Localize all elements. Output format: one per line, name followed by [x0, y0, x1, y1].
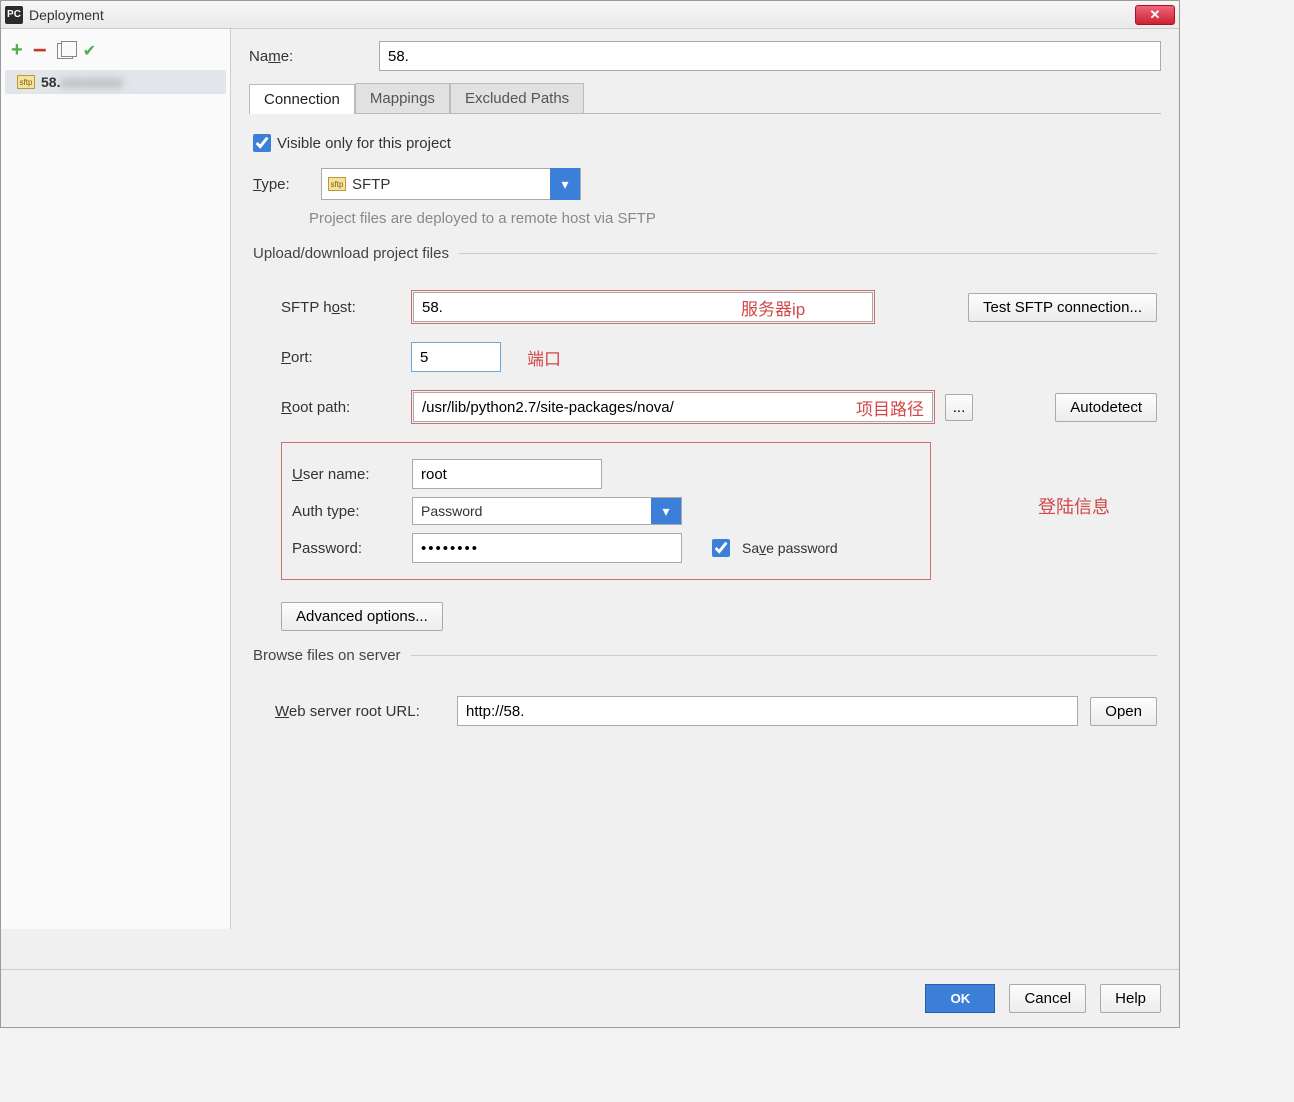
sidebar-server-item[interactable]: sftp 58.xxxxxxxx: [5, 70, 226, 94]
main-panel: Name: Connection Mappings Excluded Paths…: [231, 29, 1179, 929]
tab-mappings[interactable]: Mappings: [355, 83, 450, 113]
app-icon: PC: [5, 6, 23, 24]
auth-type-value: Password: [413, 498, 651, 524]
sidebar-toolbar: + − ✔: [1, 35, 230, 66]
remove-server-button[interactable]: −: [33, 46, 47, 56]
autodetect-button[interactable]: Autodetect: [1055, 393, 1157, 422]
web-url-input[interactable]: [457, 696, 1078, 726]
cancel-button[interactable]: Cancel: [1009, 984, 1086, 1013]
visible-only-checkbox[interactable]: [253, 134, 271, 152]
open-button[interactable]: Open: [1090, 697, 1157, 726]
web-url-label: Web server root URL:: [275, 703, 445, 720]
sftp-icon: sftp: [17, 75, 35, 89]
port-annotation: 端口: [527, 345, 561, 370]
username-label: User name:: [292, 466, 402, 483]
root-path-label: Root path:: [281, 399, 401, 416]
auth-box: User name: Auth type: Password ▾ Passwor…: [281, 442, 931, 580]
set-default-button[interactable]: ✔: [83, 41, 96, 61]
login-info-annotation: 登陆信息: [1038, 493, 1110, 519]
copy-server-button[interactable]: [57, 43, 73, 59]
password-label: Password:: [292, 540, 402, 557]
tab-excluded-paths[interactable]: Excluded Paths: [450, 83, 584, 113]
type-combo[interactable]: sftp SFTP ▾: [321, 168, 581, 200]
name-label: Name:: [249, 48, 369, 65]
type-hint: Project files are deployed to a remote h…: [309, 210, 1157, 227]
ok-button[interactable]: OK: [925, 984, 995, 1013]
test-connection-button[interactable]: Test SFTP connection...: [968, 293, 1157, 322]
chevron-down-icon: ▾: [651, 498, 681, 524]
auth-type-combo[interactable]: Password ▾: [412, 497, 682, 525]
auth-type-label: Auth type:: [292, 503, 402, 520]
root-path-annotation: 项目路径: [856, 395, 924, 420]
dialog-footer: OK Cancel Help: [1, 969, 1179, 1027]
advanced-options-button[interactable]: Advanced options...: [281, 602, 443, 631]
upload-group: Upload/download project files SFTP host:…: [253, 245, 1157, 639]
sidebar: + − ✔ sftp 58.xxxxxxxx: [1, 29, 231, 929]
sftp-host-annotation: 服务器ip: [741, 295, 805, 320]
password-input[interactable]: [412, 533, 682, 563]
close-button[interactable]: ✕: [1135, 5, 1175, 25]
tab-connection[interactable]: Connection: [249, 84, 355, 114]
deployment-dialog: PC Deployment ✕ + − ✔ sftp 58.xxxxxxxx N…: [0, 0, 1180, 1028]
add-server-button[interactable]: +: [11, 39, 23, 62]
titlebar: PC Deployment ✕: [1, 1, 1179, 29]
username-input[interactable]: [412, 459, 602, 489]
root-path-input[interactable]: [413, 392, 933, 422]
port-input[interactable]: [411, 342, 501, 372]
port-label: Port:: [281, 349, 401, 366]
save-password-row: Save password: [712, 539, 838, 557]
browse-group: Browse files on server Web server root U…: [253, 647, 1157, 734]
chevron-down-icon: ▾: [550, 168, 580, 200]
type-value: SFTP: [352, 176, 550, 193]
visible-only-label: Visible only for this project: [277, 135, 451, 152]
type-label: Type:: [253, 176, 303, 193]
help-button[interactable]: Help: [1100, 984, 1161, 1013]
sftp-host-label: SFTP host:: [281, 299, 401, 316]
root-path-browse-button[interactable]: ...: [945, 394, 973, 421]
sftp-icon: sftp: [328, 177, 346, 191]
save-password-label: Save password: [742, 540, 838, 556]
window-title: Deployment: [29, 7, 104, 23]
browse-group-label: Browse files on server: [253, 647, 411, 664]
upload-group-label: Upload/download project files: [253, 245, 459, 262]
sidebar-item-label: 58.xxxxxxxx: [41, 74, 123, 90]
save-password-checkbox[interactable]: [712, 539, 730, 557]
tabs: Connection Mappings Excluded Paths: [249, 83, 1161, 114]
name-input[interactable]: [379, 41, 1161, 71]
